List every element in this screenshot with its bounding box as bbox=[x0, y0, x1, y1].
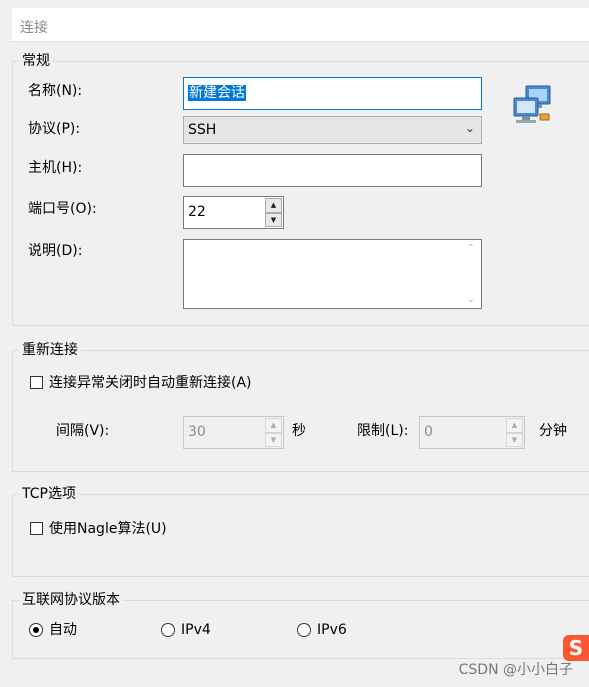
limit-spinner-value: 0 bbox=[424, 424, 433, 440]
interval-unit: 秒 bbox=[292, 423, 306, 439]
group-general-title: 常规 bbox=[19, 52, 53, 70]
interval-spinner[interactable]: 30 ▲ ▼ bbox=[183, 416, 284, 449]
limit-unit: 分钟 bbox=[539, 423, 567, 439]
interval-label: 间隔(V): bbox=[56, 423, 110, 439]
limit-decrement-button[interactable]: ▼ bbox=[506, 432, 523, 447]
group-general: 常规 名称(N): 新建会话 协议(P): SSH ⌄ 主机(H): 端口号(O… bbox=[12, 52, 589, 326]
host-label: 主机(H): bbox=[28, 160, 83, 176]
auto-reconnect-checkbox[interactable] bbox=[30, 376, 43, 389]
host-input[interactable] bbox=[183, 154, 482, 187]
group-reconnect: 重新连接 连接异常关闭时自动重新连接(A) 间隔(V): 30 ▲ ▼ 秒 限制… bbox=[12, 341, 589, 472]
ipv4-radio[interactable] bbox=[161, 623, 175, 637]
ip-auto-label: 自动 bbox=[49, 622, 77, 638]
port-spinner-value: 22 bbox=[188, 204, 206, 220]
name-label: 名称(N): bbox=[28, 83, 83, 99]
interval-spinner-value: 30 bbox=[188, 424, 206, 440]
ip-auto-radio[interactable] bbox=[29, 623, 43, 637]
limit-increment-button[interactable]: ▲ bbox=[506, 418, 523, 433]
desc-textarea[interactable]: ⌃ ⌄ bbox=[183, 239, 482, 309]
ipv4-label: IPv4 bbox=[181, 622, 211, 638]
interval-decrement-button[interactable]: ▼ bbox=[265, 432, 282, 447]
section-header: 连接 bbox=[12, 8, 589, 42]
watermark-text: CSDN @小小白子 bbox=[458, 662, 573, 678]
csdn-logo-icon: S bbox=[563, 635, 589, 661]
interval-increment-button[interactable]: ▲ bbox=[265, 418, 282, 433]
nagle-label: 使用Nagle算法(U) bbox=[49, 521, 167, 537]
limit-label: 限制(L): bbox=[357, 423, 409, 439]
ipv6-label: IPv6 bbox=[317, 622, 347, 638]
protocol-select-value: SSH bbox=[188, 122, 217, 138]
group-reconnect-title: 重新连接 bbox=[19, 341, 81, 359]
port-increment-button[interactable]: ▲ bbox=[265, 198, 282, 213]
protocol-select[interactable]: SSH ⌄ bbox=[183, 116, 482, 144]
group-tcp-title: TCP选项 bbox=[19, 485, 79, 503]
scroll-down-icon[interactable]: ⌄ bbox=[467, 294, 475, 305]
group-ip-version: 互联网协议版本 自动 IPv4 IPv6 bbox=[12, 591, 589, 659]
scroll-up-icon[interactable]: ⌃ bbox=[467, 243, 475, 254]
name-input-value: 新建会话 bbox=[188, 85, 246, 101]
group-tcp: TCP选项 使用Nagle算法(U) bbox=[12, 485, 589, 577]
protocol-label: 协议(P): bbox=[28, 121, 81, 137]
auto-reconnect-label: 连接异常关闭时自动重新连接(A) bbox=[49, 375, 252, 391]
port-decrement-button[interactable]: ▼ bbox=[265, 212, 282, 227]
nagle-checkbox[interactable] bbox=[30, 522, 43, 535]
limit-spinner[interactable]: 0 ▲ ▼ bbox=[419, 416, 525, 449]
port-spinner[interactable]: 22 ▲ ▼ bbox=[183, 196, 284, 229]
port-label: 端口号(O): bbox=[28, 201, 97, 217]
desc-label: 说明(D): bbox=[28, 243, 83, 259]
ipv6-radio[interactable] bbox=[297, 623, 311, 637]
group-ip-version-title: 互联网协议版本 bbox=[19, 591, 123, 609]
network-computers-icon bbox=[513, 85, 551, 123]
name-input[interactable]: 新建会话 bbox=[183, 77, 482, 110]
section-title: 连接 bbox=[20, 20, 48, 36]
chevron-down-icon: ⌄ bbox=[464, 121, 475, 135]
